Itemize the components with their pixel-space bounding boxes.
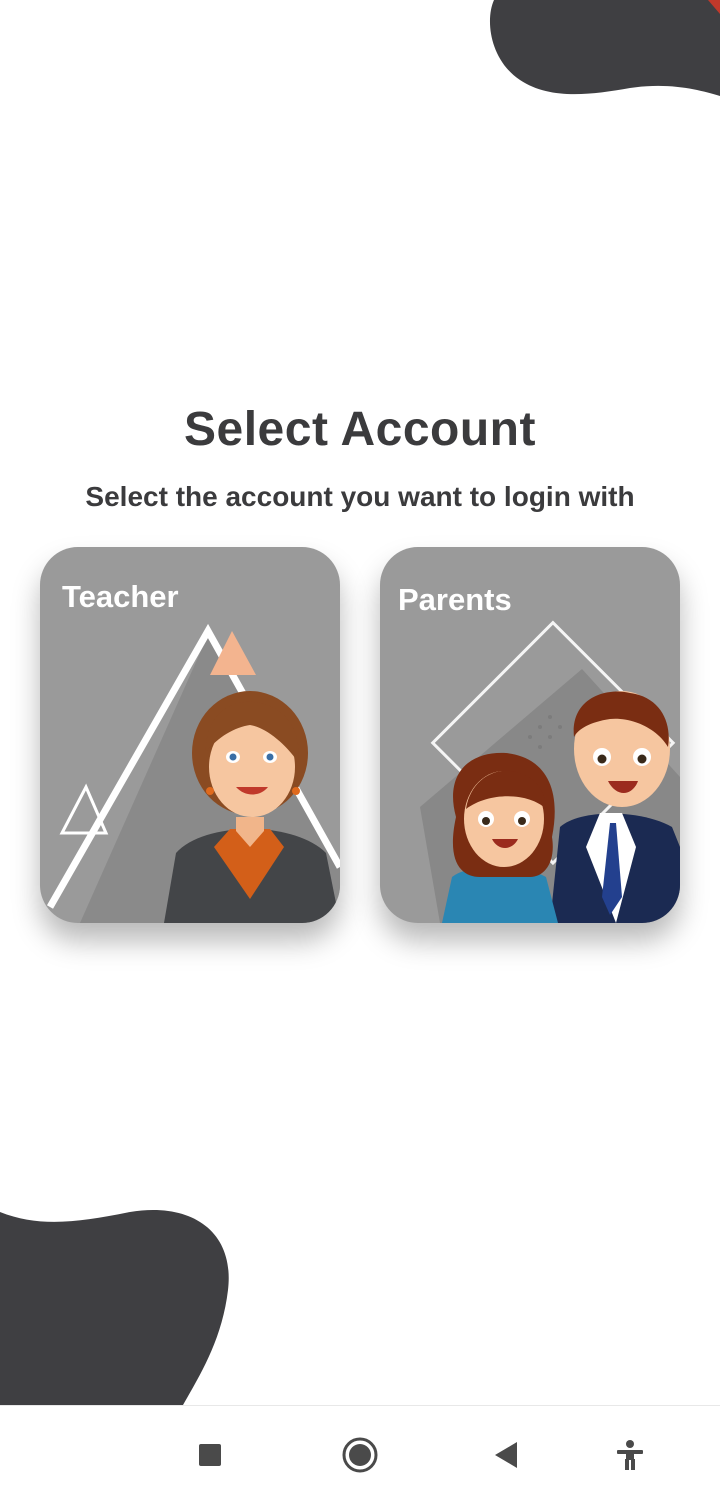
home-button[interactable] — [320, 1406, 400, 1503]
parents-label: Parents — [398, 582, 512, 617]
teacher-account-card[interactable]: Teacher — [40, 547, 340, 923]
accessibility-button[interactable] — [590, 1406, 670, 1503]
accessibility-icon — [617, 1439, 643, 1470]
top-decorative-blob — [489, 0, 720, 96]
back-icon — [495, 1441, 517, 1468]
recents-button[interactable] — [170, 1406, 250, 1503]
page-title: Select Account — [184, 403, 536, 456]
home-icon — [342, 1437, 378, 1472]
parents-account-card[interactable]: Parents — [380, 547, 680, 923]
teacher-label: Teacher — [62, 579, 179, 614]
bottom-decorative-blob — [0, 1210, 229, 1405]
recents-icon — [199, 1443, 221, 1466]
page-subtitle: Select the account you want to login wit… — [85, 481, 635, 512]
back-button[interactable] — [466, 1406, 546, 1503]
system-navigation-bar — [0, 1405, 720, 1503]
